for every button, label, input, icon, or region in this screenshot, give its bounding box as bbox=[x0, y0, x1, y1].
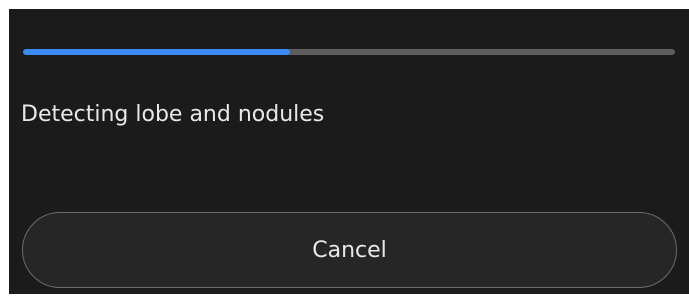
cancel-button[interactable]: Cancel bbox=[22, 212, 677, 288]
progress-dialog: Detecting lobe and nodules Cancel bbox=[9, 9, 689, 294]
progress-bar bbox=[23, 49, 675, 55]
progress-bar-fill bbox=[23, 49, 291, 55]
status-message: Detecting lobe and nodules bbox=[21, 102, 325, 127]
